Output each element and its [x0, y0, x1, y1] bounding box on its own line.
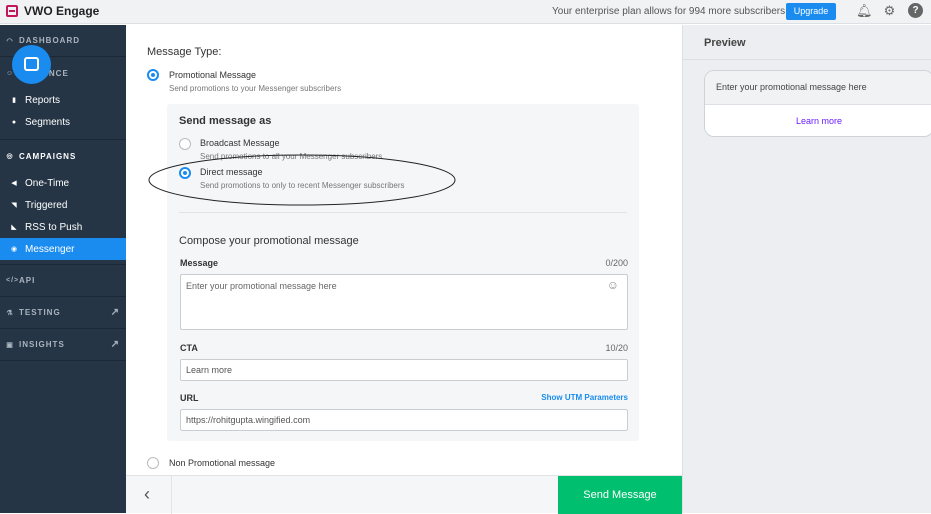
preview-card: Enter your promotional message here Lear…	[704, 70, 931, 137]
send-message-button[interactable]: Send Message	[558, 476, 682, 514]
preview-message: Enter your promotional message here	[705, 71, 931, 105]
divider	[683, 59, 931, 60]
preview-panel: Preview Enter your promotional message h…	[682, 25, 931, 513]
preview-cta[interactable]: Learn more	[705, 105, 931, 126]
footer-bar: ‹ Send Message	[126, 475, 682, 514]
divider	[171, 476, 172, 514]
preview-title: Preview	[704, 37, 746, 49]
back-arrow-icon[interactable]: ‹	[144, 484, 150, 505]
